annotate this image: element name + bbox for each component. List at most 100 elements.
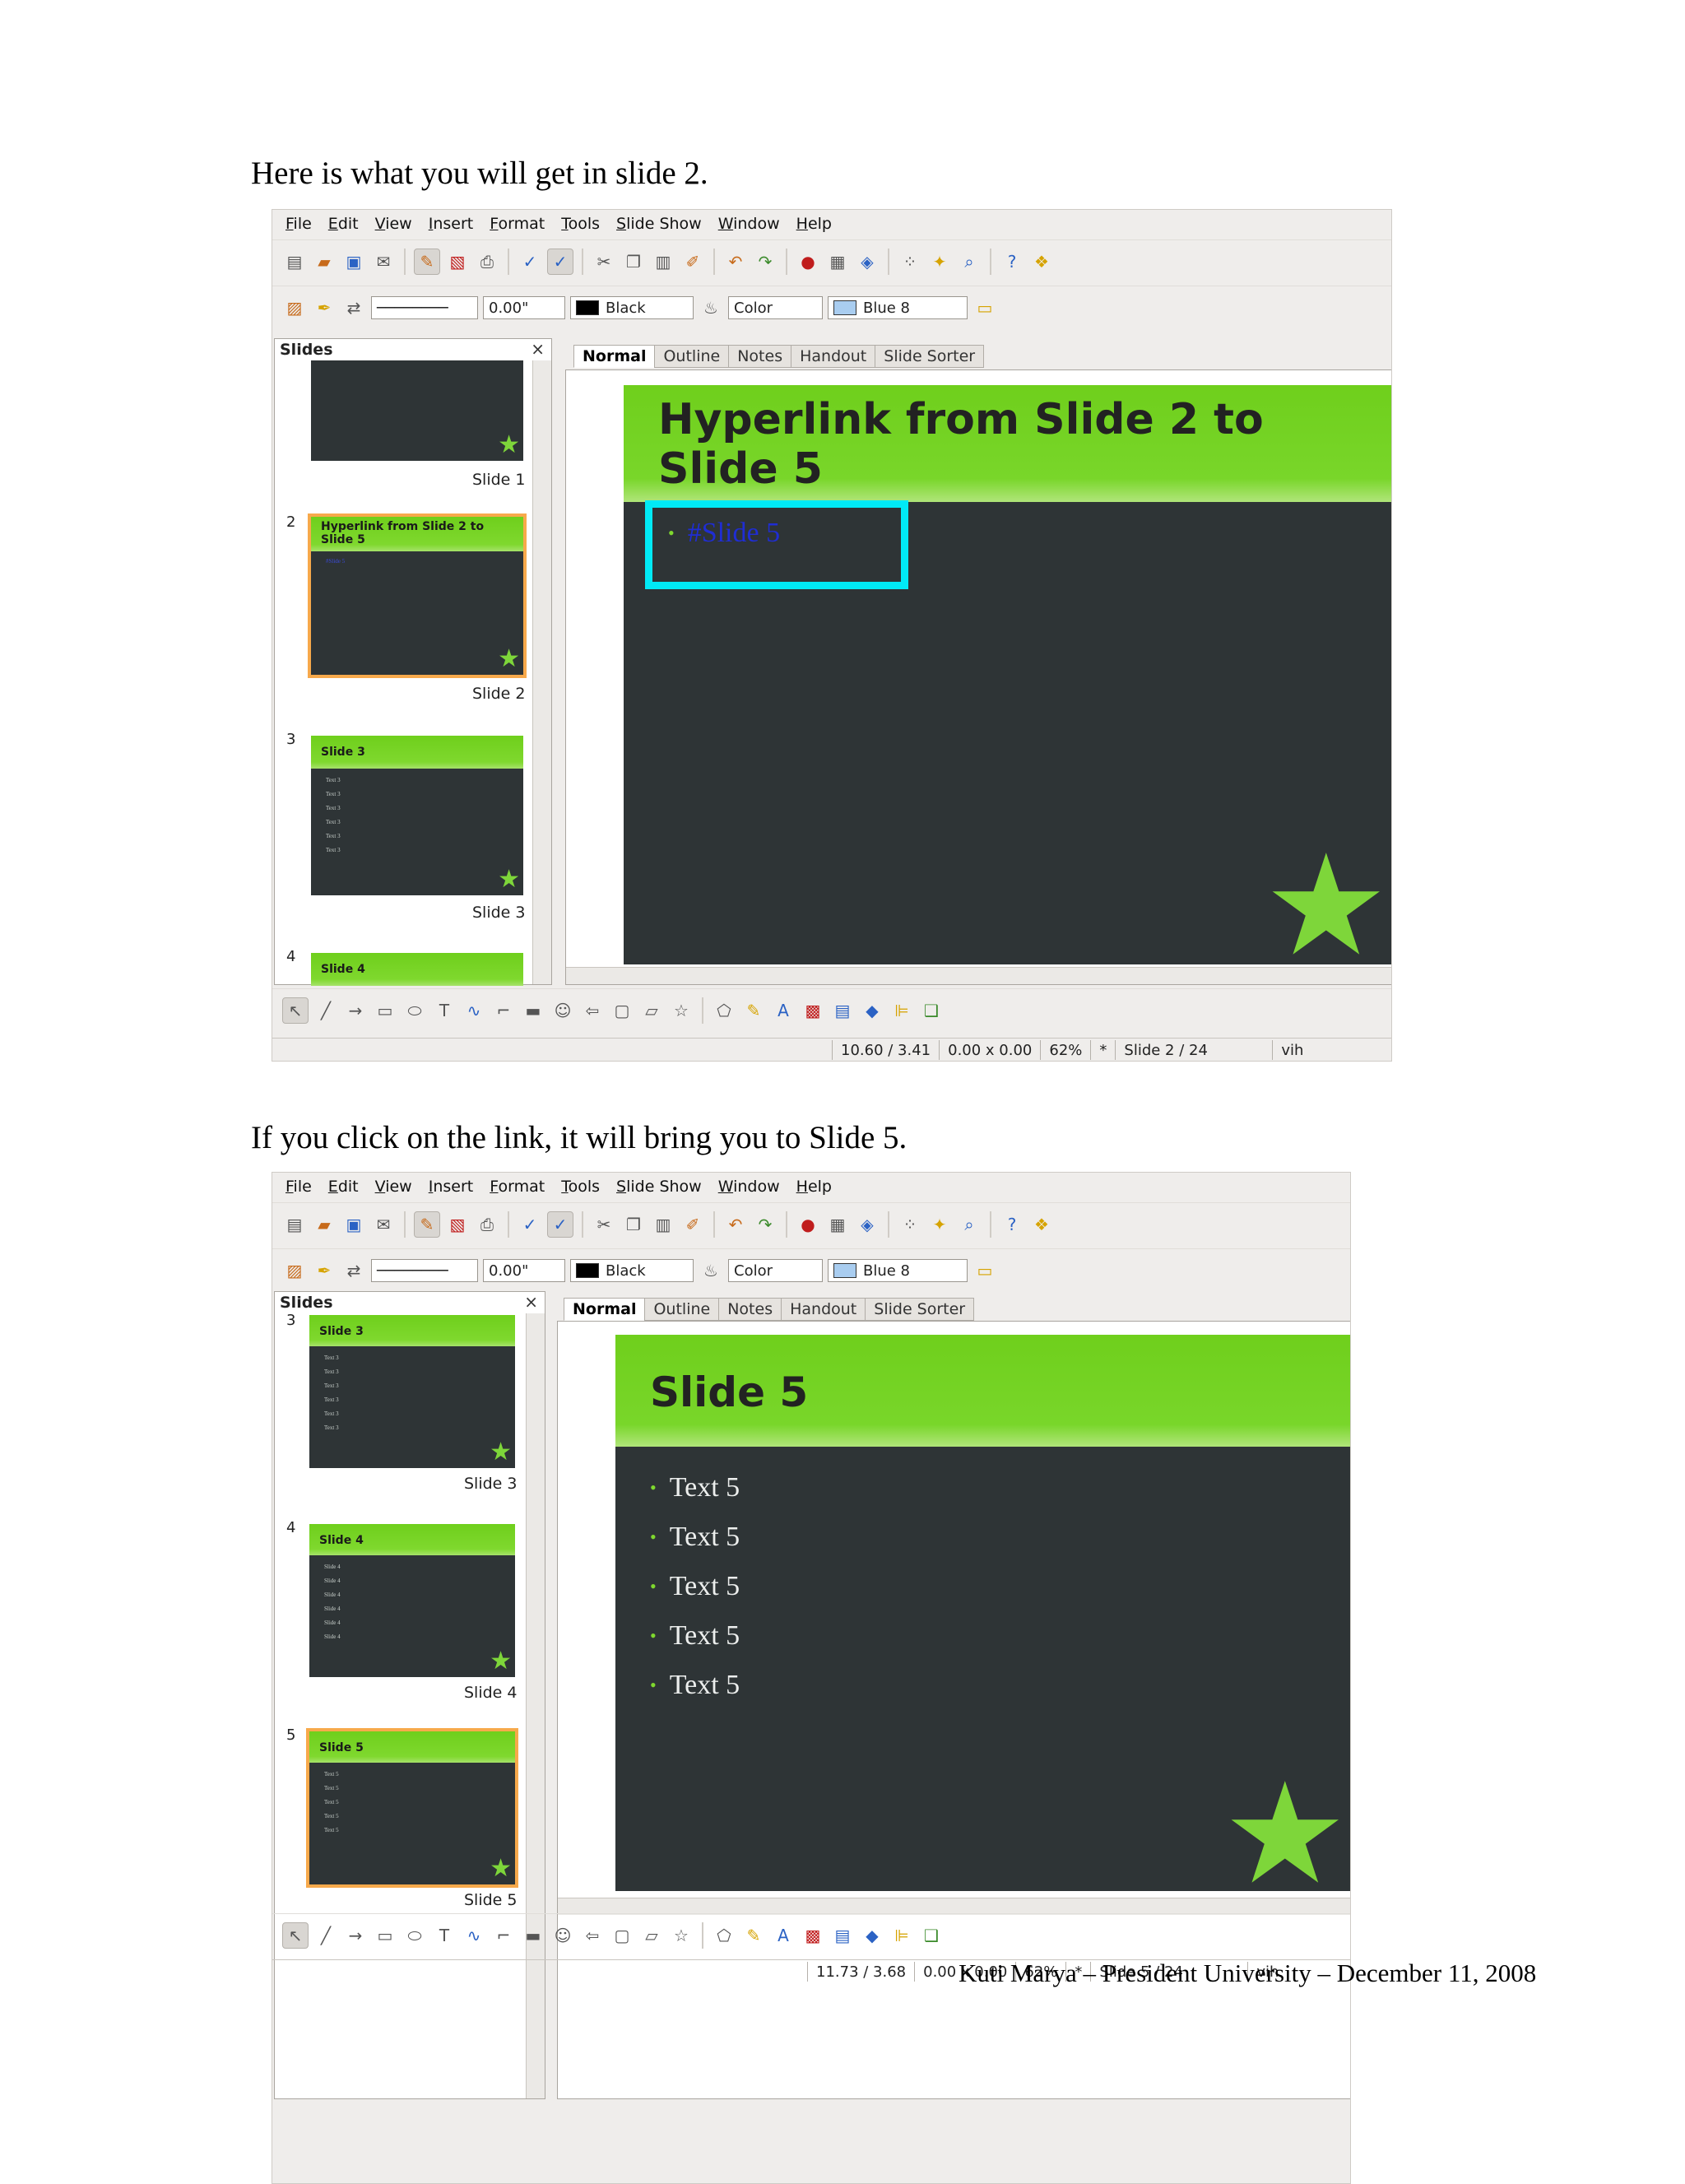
autospellcheck-icon[interactable]: ✓ [547,1211,573,1238]
redo-icon[interactable]: ↷ [753,1212,778,1237]
horizontal-scrollbar[interactable] [566,967,1391,984]
tab-notes[interactable]: Notes [728,345,792,368]
menu-tools[interactable]: Tools [553,1178,608,1196]
spellcheck-icon[interactable]: ✓ [518,1212,542,1237]
menu-help[interactable]: Help [788,215,840,233]
extension-icon[interactable]: ❖ [1029,249,1054,274]
paste-icon[interactable]: ▥ [651,249,675,274]
menu-slide-show[interactable]: Slide Show [608,215,710,233]
slide-thumbnail-4[interactable]: Slide 4 [311,953,523,986]
glue-points-icon[interactable]: ✦ [927,249,952,274]
grid-icon[interactable]: ⁘ [898,1212,922,1237]
tab-slide-sorter[interactable]: Slide Sorter [865,1298,975,1321]
open-folder-icon[interactable]: ▰ [312,249,337,274]
horizontal-scrollbar[interactable] [558,1898,1350,1915]
tab-slide-sorter[interactable]: Slide Sorter [875,345,985,368]
menu-view[interactable]: View [367,215,420,233]
arrow-style-icon[interactable]: ⇄ [341,1258,366,1283]
line-arrow-icon[interactable]: → [343,998,368,1023]
cut-icon[interactable]: ✂ [592,249,616,274]
stars-icon[interactable]: ☆ [669,1923,694,1948]
save-icon[interactable]: ▣ [341,1212,366,1237]
tab-outline[interactable]: Outline [654,345,730,368]
menu-edit[interactable]: Edit [320,1178,367,1196]
line-style-select[interactable]: ──────── [371,296,478,319]
cut-icon[interactable]: ✂ [592,1212,616,1237]
slide-thumbnail-5[interactable]: Slide 5 Text 5 Text 5 Text 5 Text 5 Text 5 … [306,1728,518,1888]
hyperlink-slide5[interactable]: #Slide 5 [688,518,780,549]
chart-icon[interactable]: ● [796,249,820,274]
basic-shapes-icon[interactable]: ▬ [521,998,545,1023]
arrange-icon[interactable]: ❑ [919,1923,944,1948]
line-icon[interactable]: ╱ [313,1923,338,1948]
basic-shapes-icon[interactable]: ▬ [521,1923,545,1948]
from-file-icon[interactable]: ▩ [801,998,825,1023]
line-style-select[interactable]: ──────── [371,1259,478,1282]
area-icon[interactable]: ♨ [699,295,723,320]
connector-icon[interactable]: ⌐ [491,998,516,1023]
connector-icon[interactable]: ⌐ [491,1923,516,1948]
area-color-select[interactable]: Blue 8 [828,296,968,319]
close-icon[interactable]: × [531,339,545,359]
line-width-field[interactable]: 0.00" [483,1259,565,1282]
line-color-select[interactable]: Black [570,1259,694,1282]
points-icon[interactable]: ⬠ [712,998,736,1023]
copy-icon[interactable]: ❐ [621,1212,646,1237]
flowchart-icon[interactable]: ▢ [610,998,634,1023]
slide-thumbnail-1[interactable]: ★ [311,360,523,461]
tab-outline[interactable]: Outline [644,1298,720,1321]
zoom-icon[interactable]: ⌕ [957,1212,982,1237]
block-arrows-icon[interactable]: ⇦ [580,998,605,1023]
menu-window[interactable]: Window [710,215,788,233]
table-icon[interactable]: ▦ [825,249,850,274]
area-color-select[interactable]: Blue 8 [828,1259,968,1282]
line-style-icon[interactable]: ✒ [312,1258,337,1283]
navigator-icon[interactable]: ◈ [855,1212,880,1237]
tab-notes[interactable]: Notes [718,1298,782,1321]
callouts-icon[interactable]: ▱ [639,998,664,1023]
arrow-style-icon[interactable]: ⇄ [341,295,366,320]
print-icon[interactable]: ⎙ [475,1212,499,1237]
menu-tools[interactable]: Tools [553,215,608,233]
styles-icon[interactable]: ▨ [282,295,307,320]
block-arrows-icon[interactable]: ⇦ [580,1923,605,1948]
menu-insert[interactable]: Insert [420,215,482,233]
shadow-icon[interactable]: ▭ [972,295,997,320]
menu-slide-show[interactable]: Slide Show [608,1178,710,1196]
symbol-shapes-icon[interactable]: ☺ [550,998,575,1023]
text-icon[interactable]: T [432,998,457,1023]
format-paintbrush-icon[interactable]: ✐ [680,1212,705,1237]
align-icon[interactable]: ⊫ [889,1923,914,1948]
tab-normal[interactable]: Normal [573,345,656,368]
grid-icon[interactable]: ⁘ [898,249,922,274]
align-icon[interactable]: ⊫ [889,998,914,1023]
line-width-field[interactable]: 0.00" [483,296,565,319]
slide-thumbnail-2[interactable]: Hyperlink from Slide 2 to Slide 5 #Slide… [308,513,527,678]
close-icon[interactable]: × [524,1292,538,1312]
tab-handout[interactable]: Handout [781,1298,866,1321]
from-file-icon[interactable]: ▩ [801,1923,825,1948]
email-icon[interactable]: ✉ [371,1212,396,1237]
menu-help[interactable]: Help [788,1178,840,1196]
ellipse-icon[interactable]: ⬭ [402,998,427,1023]
arrange-icon[interactable]: ❑ [919,998,944,1023]
select-arrow-icon[interactable]: ↖ [282,997,309,1024]
slide-thumbnail-3[interactable]: Slide 3 Text 3 Text 3 Text 3 Text 3 Text 3T… [309,1315,515,1468]
menu-insert[interactable]: Insert [420,1178,482,1196]
area-style-select[interactable]: Color [728,296,823,319]
edit-file-icon[interactable]: ✎ [414,249,440,275]
spellcheck-icon[interactable]: ✓ [518,249,542,274]
new-document-icon[interactable]: ▤ [282,249,307,274]
open-folder-icon[interactable]: ▰ [312,1212,337,1237]
zoom-icon[interactable]: ⌕ [957,249,982,274]
new-document-icon[interactable]: ▤ [282,1212,307,1237]
shadow-icon[interactable]: ▭ [972,1258,997,1283]
line-arrow-icon[interactable]: → [343,1923,368,1948]
ellipse-icon[interactable]: ⬭ [402,1923,427,1948]
autospellcheck-icon[interactable]: ✓ [547,249,573,275]
line-color-select[interactable]: Black [570,296,694,319]
extension-icon[interactable]: ❖ [1029,1212,1054,1237]
navigator-icon[interactable]: ◈ [855,249,880,274]
menu-format[interactable]: Format [481,215,553,233]
points-icon[interactable]: ⬠ [712,1923,736,1948]
